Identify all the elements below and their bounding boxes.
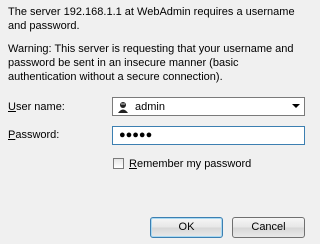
user-icon xyxy=(117,101,129,113)
password-label: Password: xyxy=(8,129,60,141)
password-field[interactable]: ●●●●● xyxy=(112,126,305,145)
username-value: admin xyxy=(135,101,165,113)
username-label: User name: xyxy=(8,101,65,113)
dropdown-arrow-icon[interactable] xyxy=(292,104,300,108)
cancel-button[interactable]: Cancel xyxy=(232,217,305,238)
auth-message: The server 192.168.1.1 at WebAdmin requi… xyxy=(8,6,295,32)
remember-password-label[interactable]: Remember my password xyxy=(129,157,251,171)
ok-button[interactable]: OK xyxy=(150,217,223,238)
remember-password-checkbox[interactable] xyxy=(113,158,124,169)
security-warning: Warning: This server is requesting that … xyxy=(8,43,294,83)
username-combobox[interactable]: admin xyxy=(112,97,305,116)
password-masked-value: ●●●●● xyxy=(119,129,153,141)
